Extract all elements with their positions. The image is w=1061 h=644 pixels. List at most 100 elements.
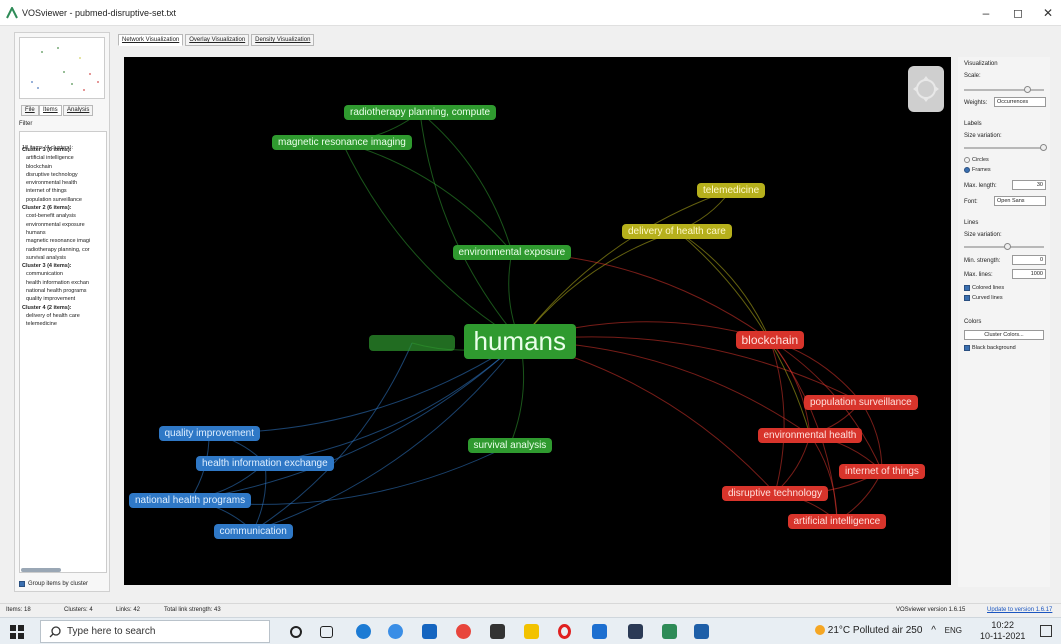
tab-network-visualization[interactable]: Network Visualization — [118, 34, 184, 46]
cluster-header[interactable]: Cluster 4 (2 items): — [22, 304, 106, 312]
vosviewer-taskbar-icon[interactable] — [662, 624, 677, 639]
group-by-cluster-row[interactable]: Group items by cluster — [19, 581, 88, 587]
network-node[interactable] — [369, 335, 455, 351]
min-strength-input[interactable]: 0 — [1012, 255, 1046, 265]
close-button[interactable]: ✕ — [1034, 4, 1061, 22]
tab-overlay-visualization[interactable]: Overlay Visualization — [185, 34, 250, 46]
circles-radio[interactable] — [964, 157, 970, 163]
colored-lines-option[interactable]: Colored lines — [964, 285, 1004, 291]
network-node[interactable]: disruptive technology — [722, 485, 828, 501]
maximize-button[interactable]: ◻ — [1004, 4, 1032, 22]
network-node[interactable]: quality improvement — [158, 425, 260, 441]
network-node[interactable]: environmental exposure — [452, 244, 572, 260]
list-item[interactable]: magnetic resonance imagi — [22, 237, 106, 245]
list-item[interactable]: cost-benefit analysis — [22, 212, 106, 220]
group-by-cluster-checkbox[interactable] — [19, 581, 25, 587]
network-node[interactable]: delivery of health care — [622, 223, 732, 239]
list-item[interactable]: humans — [22, 229, 106, 237]
network-node[interactable]: internet of things — [839, 463, 925, 479]
lines-size-variation-label: Size variation: — [964, 232, 1002, 238]
list-item[interactable]: telemedicine — [22, 320, 106, 328]
network-node[interactable]: national health programs — [129, 492, 252, 508]
lines-size-slider[interactable] — [964, 243, 1044, 250]
max-length-input[interactable]: 30 — [1012, 180, 1046, 190]
network-link — [419, 111, 521, 342]
opera-icon[interactable] — [558, 624, 571, 639]
list-item[interactable]: blockchain — [22, 163, 106, 171]
curved-lines-option[interactable]: Curved lines — [964, 295, 1003, 301]
windows-start-icon[interactable] — [10, 625, 24, 639]
notifications-icon[interactable] — [1040, 625, 1052, 637]
list-item[interactable]: national health programs — [22, 287, 106, 295]
cluster-header[interactable]: Cluster 2 (6 items): — [22, 204, 106, 212]
list-item[interactable]: artificial intelligence — [22, 154, 106, 162]
colored-lines-checkbox[interactable] — [964, 285, 970, 291]
taskbar-search-box[interactable]: Type here to search — [40, 620, 270, 643]
app-icon-dark[interactable] — [628, 624, 643, 639]
max-length-label: Max. length: — [964, 183, 997, 189]
task-view-icon[interactable] — [320, 626, 333, 638]
weights-select[interactable]: Occurrences — [994, 97, 1046, 107]
items-list[interactable]: 18 items (4 clusters): Cluster 1 (6 item… — [19, 131, 107, 573]
cluster-header[interactable]: Cluster 3 (4 items): — [22, 262, 106, 270]
language-indicator[interactable]: ENG — [945, 626, 962, 635]
network-node[interactable]: communication — [213, 523, 293, 539]
edge-icon[interactable] — [356, 624, 371, 639]
list-item[interactable]: disruptive technology — [22, 171, 106, 179]
items-summary: 18 items (4 clusters): — [22, 145, 74, 151]
tab-analysis[interactable]: Analysis — [63, 105, 94, 116]
word-icon[interactable] — [592, 624, 607, 639]
tab-file[interactable]: File — [21, 105, 39, 116]
clock[interactable]: 10:22 10-11-2021 — [980, 620, 1025, 642]
black-background-checkbox[interactable] — [964, 345, 970, 351]
network-node[interactable]: telemedicine — [697, 182, 766, 198]
list-item[interactable]: population surveillance — [22, 196, 106, 204]
minimize-button[interactable]: – — [972, 4, 1000, 22]
mail-icon[interactable] — [422, 624, 437, 639]
chevron-up-icon[interactable]: ^ — [931, 625, 936, 636]
file-explorer-icon[interactable] — [524, 624, 539, 639]
photos-icon[interactable] — [694, 624, 709, 639]
frames-radio[interactable] — [964, 167, 970, 173]
list-item[interactable]: environmental exposure — [22, 221, 106, 229]
list-item[interactable]: health information exchan — [22, 279, 106, 287]
network-node[interactable]: humans — [463, 323, 576, 359]
black-background-option[interactable]: Black background — [964, 345, 1016, 351]
list-item[interactable]: radiotherapy planning, cor — [22, 246, 106, 254]
max-lines-input[interactable]: 1000 — [1012, 269, 1046, 279]
zoom-pan-control[interactable] — [908, 66, 944, 112]
network-canvas[interactable]: radiotherapy planning, compute magnetic r… — [124, 57, 951, 585]
chrome-icon[interactable] — [456, 624, 471, 639]
network-node[interactable]: radiotherapy planning, compute — [344, 104, 497, 120]
network-node[interactable]: magnetic resonance imaging — [272, 134, 412, 150]
store-icon[interactable] — [490, 624, 505, 639]
network-node[interactable]: population surveillance — [804, 394, 918, 410]
network-link — [189, 340, 521, 501]
weather-text[interactable]: 21°C Polluted air 250 — [828, 625, 923, 636]
labels-size-slider[interactable] — [964, 144, 1047, 151]
items-scrollbar[interactable] — [21, 568, 61, 572]
tab-density-visualization[interactable]: Density Visualization — [251, 34, 315, 46]
network-node[interactable]: blockchain — [735, 331, 805, 349]
frames-option[interactable]: Frames — [964, 167, 991, 173]
font-select[interactable]: Open Sans — [994, 196, 1046, 206]
curved-lines-checkbox[interactable] — [964, 295, 970, 301]
overview-map[interactable] — [19, 37, 105, 99]
list-item[interactable]: survival analysis — [22, 254, 106, 262]
circles-option[interactable]: Circles — [964, 157, 989, 163]
network-node[interactable]: health information exchange — [196, 455, 334, 471]
update-link[interactable]: Update to version 1.6.17 — [987, 607, 1052, 613]
list-item[interactable]: environmental health — [22, 179, 106, 187]
network-node[interactable]: environmental health — [757, 427, 863, 443]
colors-select[interactable]: Cluster Colors... — [964, 330, 1044, 340]
list-item[interactable]: communication — [22, 270, 106, 278]
network-node[interactable]: artificial intelligence — [787, 513, 887, 529]
internet-explorer-icon[interactable] — [388, 624, 403, 639]
network-node[interactable]: survival analysis — [467, 437, 553, 453]
cortana-icon[interactable] — [290, 626, 302, 638]
list-item[interactable]: internet of things — [22, 187, 106, 195]
tab-items[interactable]: Items — [39, 105, 62, 116]
scale-slider[interactable] — [964, 86, 1044, 93]
list-item[interactable]: quality improvement — [22, 295, 106, 303]
list-item[interactable]: delivery of health care — [22, 312, 106, 320]
